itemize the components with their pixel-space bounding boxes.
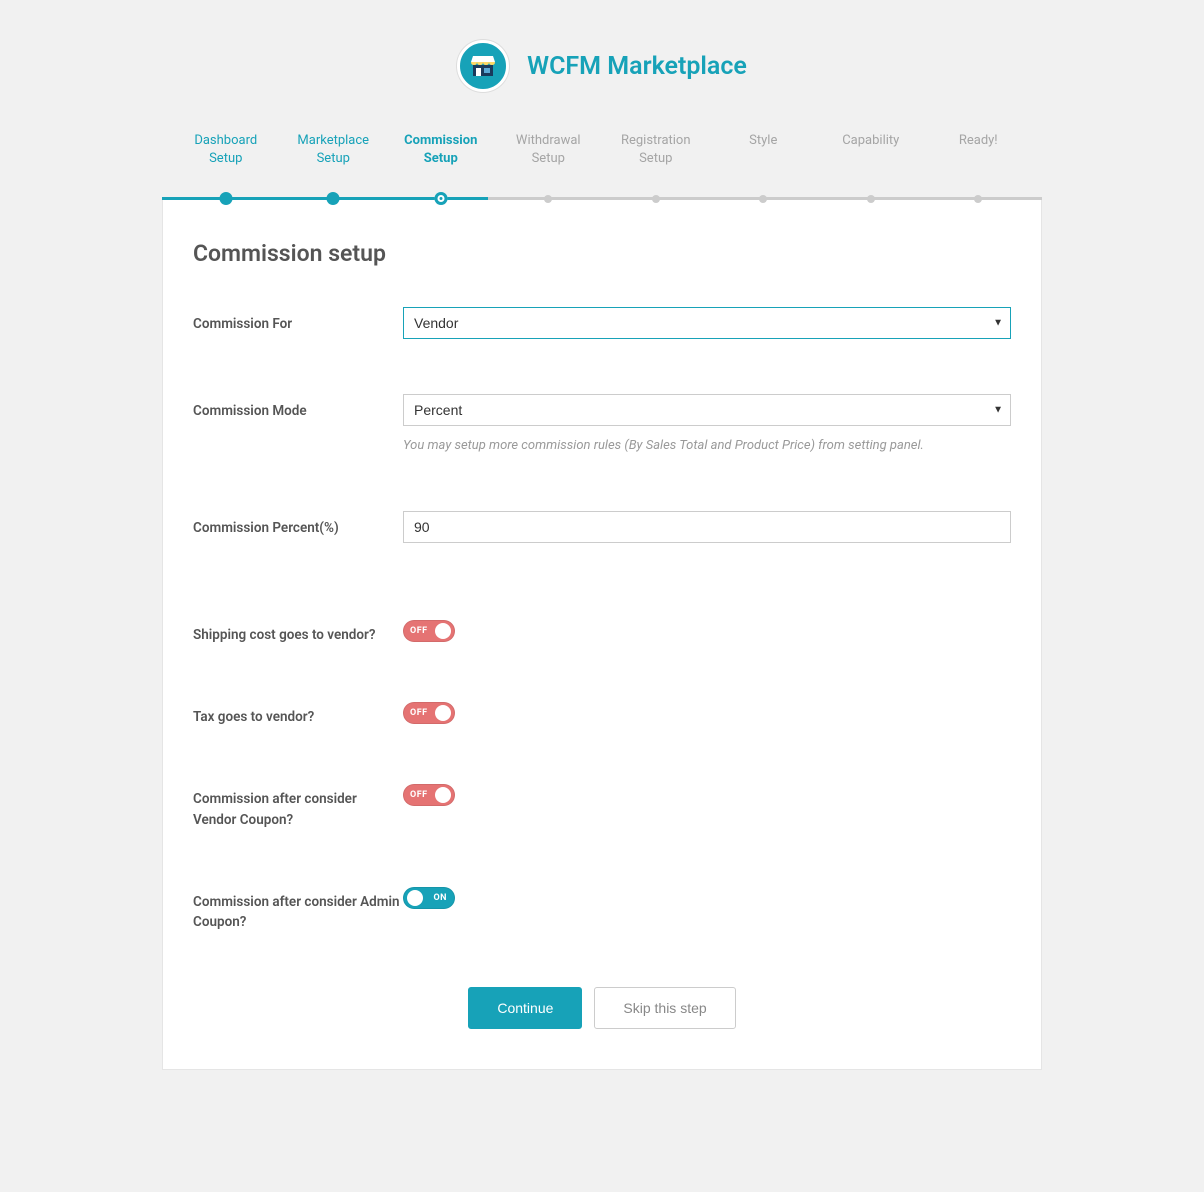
label-tax-vendor: Tax goes to vendor? [193,700,403,727]
step-label: Ready! [925,132,1033,150]
toggle-label: OFF [410,626,428,636]
toggle-shipping-vendor[interactable]: OFF [403,620,455,642]
panel: Commission setup Commission For Vendor ▼… [162,199,1042,1070]
step-label: Capability [817,132,925,150]
step-dot [974,195,982,203]
wizard-steps: Dashboard SetupMarketplace SetupCommissi… [162,132,1042,200]
step-dot [867,195,875,203]
label-vendor-coupon: Commission after consider Vendor Coupon? [193,782,403,830]
toggle-knob [407,890,423,906]
step-dot [327,192,340,205]
toggle-vendor-coupon[interactable]: OFF [403,784,455,806]
step-dot [759,195,767,203]
skip-button[interactable]: Skip this step [594,987,735,1029]
step-label: Style [710,132,818,150]
toggle-admin-coupon[interactable]: ON [403,887,455,909]
row-admin-coupon: Commission after consider Admin Coupon? … [193,885,1011,933]
header: WCFM Marketplace [162,40,1042,92]
input-commission-percent[interactable] [403,511,1011,543]
step-6[interactable]: Capability [817,132,925,200]
step-dot [219,192,232,205]
step-label: Commission Setup [387,132,495,168]
label-commission-for: Commission For [193,307,403,334]
row-vendor-coupon: Commission after consider Vendor Coupon?… [193,782,1011,830]
toggle-knob [435,787,451,803]
label-shipping-vendor: Shipping cost goes to vendor? [193,618,403,645]
label-commission-percent: Commission Percent(%) [193,511,403,538]
toggle-label: ON [433,893,447,903]
step-dot [434,192,447,205]
step-0[interactable]: Dashboard Setup [172,132,280,200]
step-5[interactable]: Style [710,132,818,200]
step-7[interactable]: Ready! [925,132,1033,200]
toggle-knob [435,623,451,639]
step-dot [544,195,552,203]
row-tax-vendor: Tax goes to vendor? OFF [193,700,1011,727]
label-commission-mode: Commission Mode [193,394,403,421]
hint-commission-mode: You may setup more commission rules (By … [403,436,1011,456]
step-2[interactable]: Commission Setup [387,132,495,200]
step-label: Withdrawal Setup [495,132,603,168]
row-commission-for: Commission For Vendor ▼ [193,307,1011,339]
logo-circle [457,40,509,92]
select-commission-for[interactable]: Vendor [403,307,1011,339]
step-3[interactable]: Withdrawal Setup [495,132,603,200]
row-shipping-vendor: Shipping cost goes to vendor? OFF [193,618,1011,645]
step-label: Dashboard Setup [172,132,280,168]
step-label: Registration Setup [602,132,710,168]
step-1[interactable]: Marketplace Setup [280,132,388,200]
row-commission-mode: Commission Mode Percent ▼ You may setup … [193,394,1011,456]
step-4[interactable]: Registration Setup [602,132,710,200]
select-commission-mode[interactable]: Percent [403,394,1011,426]
toggle-label: OFF [410,708,428,718]
actions: Continue Skip this step [193,987,1011,1029]
toggle-knob [435,705,451,721]
toggle-label: OFF [410,790,428,800]
row-commission-percent: Commission Percent(%) [193,511,1011,543]
header-title: WCFM Marketplace [527,52,747,81]
step-label: Marketplace Setup [280,132,388,168]
panel-title: Commission setup [193,240,1011,267]
storefront-icon [469,54,497,78]
continue-button[interactable]: Continue [468,987,582,1029]
step-dot [652,195,660,203]
toggle-tax-vendor[interactable]: OFF [403,702,455,724]
label-admin-coupon: Commission after consider Admin Coupon? [193,885,403,933]
